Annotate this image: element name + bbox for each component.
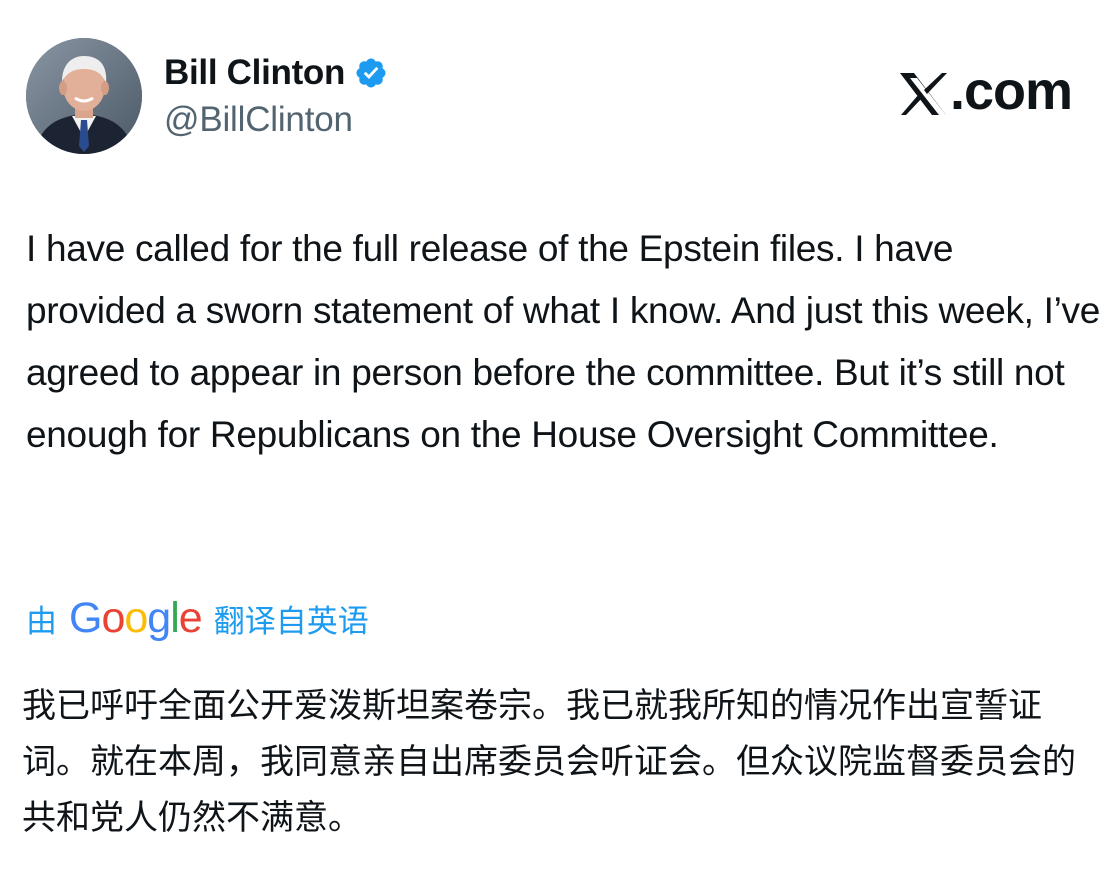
tweet-header: Bill Clinton @BillClinton .com [26, 38, 1096, 158]
brand-domain: .com [949, 61, 1073, 121]
google-letter: e [178, 593, 203, 642]
translated-text: 我已呼吁全面公开爱泼斯坦案卷宗。我已就我所知的情况作出宣誓证词。就在本周，我同意… [22, 686, 1076, 838]
x-logo-icon [898, 68, 948, 115]
google-letter: o [101, 593, 125, 642]
translated-by-google[interactable]: 由 Google 翻译自英语 [26, 592, 369, 644]
avatar[interactable] [26, 38, 142, 154]
name-row: Bill Clinton [164, 50, 388, 96]
google-letter: l [170, 593, 180, 642]
google-letter: o [124, 593, 148, 642]
tweet-text: I have called for the full release of th… [26, 228, 1101, 455]
profile-photo [26, 38, 142, 154]
author-identity: Bill Clinton @BillClinton [164, 50, 388, 140]
google-letter: g [147, 593, 171, 642]
google-logo: Google [69, 593, 203, 643]
display-name[interactable]: Bill Clinton [164, 53, 345, 93]
translate-prefix: 由 [26, 603, 57, 640]
author-handle[interactable]: @BillClinton [164, 100, 388, 140]
google-letter: G [69, 593, 102, 642]
translate-suffix: 翻译自英语 [213, 603, 369, 640]
verified-badge-icon[interactable] [354, 56, 388, 90]
x-brand: .com [898, 60, 1073, 122]
